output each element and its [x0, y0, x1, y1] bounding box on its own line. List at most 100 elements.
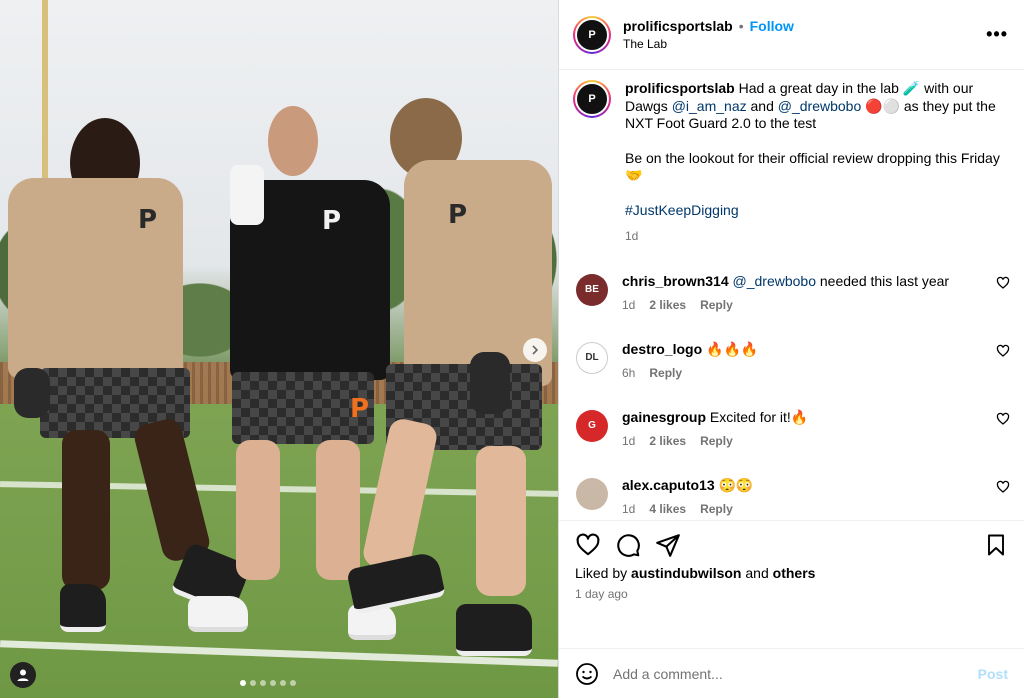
athlete-leg — [236, 440, 280, 580]
emoji-icon[interactable] — [575, 662, 599, 686]
athlete-cleat — [60, 584, 106, 632]
comment-body: alex.caputo13 😳😳 1d 4 likes Reply — [622, 476, 992, 518]
comment-text: needed this last year — [816, 272, 950, 289]
caption-username[interactable]: prolificsportslab — [625, 80, 735, 96]
shirt-logo-icon: P — [138, 205, 158, 235]
comment-reply-button[interactable]: Reply — [700, 500, 733, 518]
comment-reply-button[interactable]: Reply — [700, 296, 733, 314]
carousel-dot[interactable] — [290, 680, 296, 686]
caption-paragraph: prolificsportslab Had a great day in the… — [625, 80, 1000, 133]
carousel-next-button[interactable] — [523, 338, 547, 362]
caption-hashtag[interactable]: #JustKeepDigging — [625, 202, 739, 218]
comment-item: DL destro_logo 🔥🔥🔥 6h Reply — [573, 340, 1010, 382]
commenter-avatar[interactable] — [576, 477, 608, 510]
commenter-avatar[interactable]: G — [576, 409, 608, 442]
commenter-username[interactable]: chris_brown314 — [622, 273, 729, 289]
comment-icon[interactable] — [615, 532, 641, 558]
commenter-username[interactable]: gainesgroup — [622, 409, 706, 425]
athlete-glove — [14, 368, 50, 418]
foot-guard-product — [230, 165, 264, 225]
comment-reply-button[interactable]: Reply — [700, 432, 733, 450]
heart-icon[interactable] — [575, 532, 601, 558]
post-location[interactable]: The Lab — [623, 37, 794, 51]
share-icon[interactable] — [655, 532, 681, 558]
like-comment-heart-icon[interactable] — [996, 480, 1010, 494]
comments-list[interactable]: P prolificsportslab Had a great day in t… — [559, 70, 1024, 520]
like-comment-heart-icon[interactable] — [996, 344, 1010, 358]
caption-mention[interactable]: @i_am_naz — [672, 98, 747, 114]
more-options-icon[interactable]: ••• — [986, 24, 1008, 45]
post-side-panel: P prolificsportslab • Follow The Lab •••… — [558, 0, 1024, 698]
carousel-dot[interactable] — [280, 680, 286, 686]
post-header: P prolificsportslab • Follow The Lab ••• — [559, 0, 1024, 70]
carousel-dot[interactable] — [250, 680, 256, 686]
author-avatar[interactable]: P — [573, 15, 611, 54]
commenter-username[interactable]: alex.caputo13 — [622, 477, 715, 493]
athlete-glove — [470, 352, 510, 414]
like-comment-heart-icon[interactable] — [996, 412, 1010, 426]
comment-item: G gainesgroup Excited for it!🔥 1d 2 like… — [573, 408, 1010, 450]
comment-text: 😳😳 — [718, 476, 754, 493]
header-separator: • — [738, 18, 744, 34]
carousel-dot[interactable] — [270, 680, 276, 686]
caption-mention[interactable]: @_drewbobo — [778, 98, 862, 114]
shorts-logo-icon: P — [350, 394, 370, 424]
commenter-avatar[interactable]: BE — [576, 273, 608, 306]
author-username[interactable]: prolificsportslab — [623, 18, 733, 34]
athlete-leg — [316, 440, 360, 580]
athlete-head — [268, 106, 318, 176]
post-caption: P prolificsportslab Had a great day in t… — [573, 80, 1010, 246]
comment-body: destro_logo 🔥🔥🔥 6h Reply — [622, 340, 992, 382]
comment-body: gainesgroup Excited for it!🔥 1d 2 likes … — [622, 408, 992, 450]
commenter-username[interactable]: destro_logo — [622, 341, 702, 357]
carousel-dot[interactable] — [260, 680, 266, 686]
comment-meta: 1d 2 likes Reply — [622, 432, 992, 450]
comment-likes[interactable]: 2 likes — [649, 296, 686, 314]
caption-text: and — [746, 97, 778, 114]
follow-button[interactable]: Follow — [750, 18, 794, 34]
bookmark-icon[interactable] — [984, 533, 1008, 557]
liked-by-others[interactable]: others — [773, 565, 816, 581]
comment-time: 1d — [622, 297, 636, 312]
comment-likes[interactable]: 2 likes — [649, 432, 686, 450]
caption-paragraph: #JustKeepDigging — [625, 202, 1000, 220]
user-icon — [17, 669, 29, 681]
comment-time: 1d — [622, 501, 636, 516]
comment-reply-button[interactable]: Reply — [649, 364, 682, 382]
comment-meta: 6h Reply — [622, 364, 992, 382]
comment-meta: 1d 2 likes Reply — [622, 296, 992, 314]
athlete-leg — [62, 430, 110, 590]
comment-mention[interactable]: @_drewbobo — [733, 273, 817, 289]
caption-time: 1d — [625, 229, 639, 243]
comment-item: alex.caputo13 😳😳 1d 4 likes Reply — [573, 476, 1010, 518]
caption-body: prolificsportslab Had a great day in the… — [625, 80, 1000, 246]
comment-input[interactable] — [613, 665, 978, 682]
like-comment-heart-icon[interactable] — [996, 276, 1010, 290]
carousel-dot[interactable] — [240, 680, 246, 686]
instagram-post-modal: P P P P P prolificsportslab • Follow The… — [0, 0, 1024, 698]
shirt-logo-icon: P — [448, 200, 468, 230]
liked-by-prefix: Liked by — [575, 565, 632, 581]
author-avatar-logo: P — [575, 82, 609, 116]
tagged-users-button[interactable] — [10, 662, 36, 688]
post-photo[interactable]: P P P P — [0, 0, 558, 698]
comment-time: 6h — [622, 365, 636, 380]
commenter-avatar[interactable]: DL — [576, 341, 608, 374]
comment-time: 1d — [622, 433, 636, 448]
liked-by-user[interactable]: austindubwilson — [631, 565, 741, 581]
comment-text: 🔥🔥🔥 — [706, 340, 759, 357]
athlete-leg — [476, 446, 526, 596]
liked-by: Liked by austindubwilson and others — [575, 565, 1008, 581]
caption-author-avatar[interactable]: P — [573, 80, 611, 118]
caption-paragraph: Be on the lookout for their official rev… — [625, 149, 1000, 184]
comment-items: BE chris_brown314 @_drewbobo needed this… — [573, 272, 1010, 521]
comment-likes[interactable]: 4 likes — [649, 500, 686, 518]
comment-text: Excited for it!🔥 — [709, 408, 809, 425]
comment-item: BE chris_brown314 @_drewbobo needed this… — [573, 272, 1010, 314]
comment-composer: Post — [559, 648, 1024, 698]
carousel-dots — [240, 680, 296, 686]
header-text: prolificsportslab • Follow The Lab — [623, 18, 794, 51]
post-comment-button[interactable]: Post — [978, 666, 1008, 682]
liked-by-and: and — [741, 565, 773, 581]
action-row — [575, 529, 1008, 561]
